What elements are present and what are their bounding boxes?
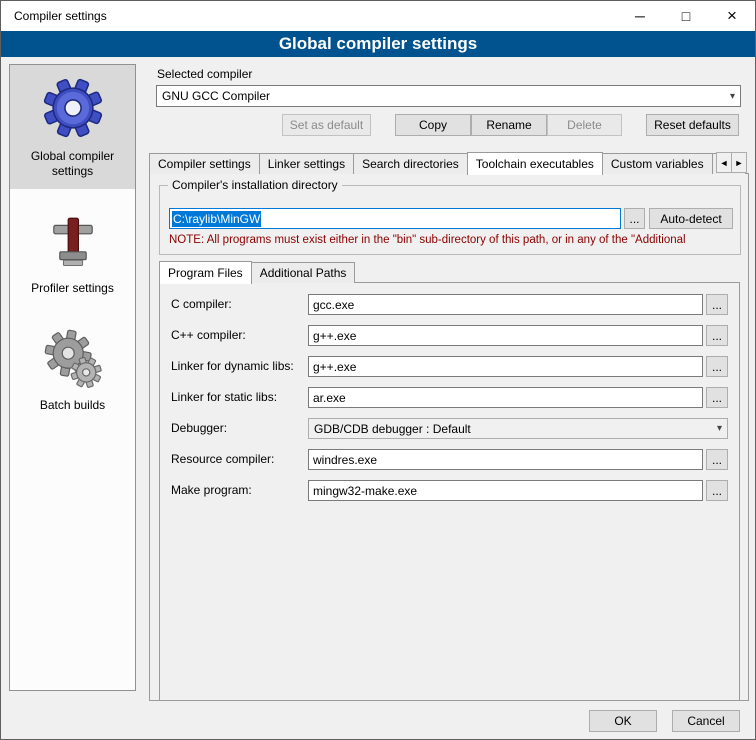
window-title: Compiler settings xyxy=(1,9,107,23)
page-title: Global compiler settings xyxy=(1,31,755,57)
field-row-make-program: Make program: ... xyxy=(160,480,739,502)
tab-scroll-right-icon[interactable]: ► xyxy=(731,152,747,173)
linker-dynamic-browse-button[interactable]: ... xyxy=(706,356,728,377)
tab-custom-variables[interactable]: Custom variables xyxy=(602,153,713,174)
field-label: C compiler: xyxy=(171,297,232,311)
field-row-resource-compiler: Resource compiler: ... xyxy=(160,449,739,471)
linker-static-input[interactable] xyxy=(308,387,703,408)
resource-compiler-input[interactable] xyxy=(308,449,703,470)
settings-category-list: Global compiler settings Profiler settin… xyxy=(9,64,136,691)
debugger-select[interactable]: GDB/CDB debugger : Default ▾ xyxy=(308,418,728,439)
compiler-settings-dialog: Compiler settings ─ □ × Global compiler … xyxy=(0,0,756,740)
program-files-panel: C compiler: ... C++ compiler: ... Linker… xyxy=(159,282,740,701)
tab-scroll-arrows: ◄ ► xyxy=(717,152,747,173)
installation-directory-input[interactable]: C:\raylib\MinGW xyxy=(169,208,621,229)
reset-defaults-button[interactable]: Reset defaults xyxy=(646,114,739,136)
rename-button[interactable]: Rename xyxy=(471,114,547,136)
blue-gear-icon xyxy=(42,77,104,139)
cancel-button[interactable]: Cancel xyxy=(672,710,740,732)
resource-compiler-browse-button[interactable]: ... xyxy=(706,449,728,470)
field-row-linker-dynamic: Linker for dynamic libs: ... xyxy=(160,356,739,378)
c-compiler-input[interactable] xyxy=(308,294,703,315)
c-compiler-browse-button[interactable]: ... xyxy=(706,294,728,315)
set-as-default-button[interactable]: Set as default xyxy=(282,114,371,136)
field-label: Make program: xyxy=(171,483,252,497)
sidebar-item-label: Profiler settings xyxy=(31,281,114,296)
tab-compiler-settings[interactable]: Compiler settings xyxy=(149,153,260,174)
installation-directory-group-title: Compiler's installation directory xyxy=(168,178,342,192)
cpp-compiler-input[interactable] xyxy=(308,325,703,346)
field-label: Resource compiler: xyxy=(171,452,274,466)
titlebar: Compiler settings ─ □ × xyxy=(1,1,755,31)
installation-directory-browse-button[interactable]: ... xyxy=(624,208,645,229)
auto-detect-button[interactable]: Auto-detect xyxy=(649,208,733,229)
field-label: C++ compiler: xyxy=(171,328,246,342)
field-row-debugger: Debugger: GDB/CDB debugger : Default ▾ xyxy=(160,418,739,440)
compiler-select[interactable]: GNU GCC Compiler ▾ xyxy=(156,85,741,107)
linker-static-browse-button[interactable]: ... xyxy=(706,387,728,408)
delete-button[interactable]: Delete xyxy=(547,114,622,136)
field-row-linker-static: Linker for static libs: ... xyxy=(160,387,739,409)
sidebar-item-global-compiler-settings[interactable]: Global compiler settings xyxy=(10,65,135,189)
installation-directory-group: Compiler's installation directory C:\ray… xyxy=(159,185,741,255)
cpp-compiler-browse-button[interactable]: ... xyxy=(706,325,728,346)
debugger-select-value: GDB/CDB debugger : Default xyxy=(314,422,471,436)
ok-button[interactable]: OK xyxy=(589,710,657,732)
field-row-c-compiler: C compiler: ... xyxy=(160,294,739,316)
close-icon[interactable]: × xyxy=(709,1,755,31)
minimize-icon[interactable]: ─ xyxy=(617,1,663,31)
program-files-tabstrip: Program Files Additional Paths xyxy=(159,260,354,283)
profiler-tool-icon xyxy=(43,211,103,271)
selected-compiler-label: Selected compiler xyxy=(157,67,252,81)
gray-gears-icon xyxy=(43,328,103,388)
compiler-select-value: GNU GCC Compiler xyxy=(162,89,270,103)
sidebar-item-label: Batch builds xyxy=(40,398,105,413)
tab-program-files[interactable]: Program Files xyxy=(159,261,252,284)
linker-dynamic-input[interactable] xyxy=(308,356,703,377)
sidebar-item-label: Global compiler settings xyxy=(14,149,131,179)
maximize-icon[interactable]: □ xyxy=(663,1,709,31)
make-program-browse-button[interactable]: ... xyxy=(706,480,728,501)
window-controls: ─ □ × xyxy=(617,1,755,31)
sidebar-item-batch-builds[interactable]: Batch builds xyxy=(10,316,135,423)
settings-tabstrip: Compiler settings Linker settings Search… xyxy=(149,151,745,174)
field-label: Linker for dynamic libs: xyxy=(171,359,294,373)
chevron-down-icon: ▾ xyxy=(717,423,722,434)
installation-directory-value: C:\raylib\MinGW xyxy=(172,211,261,227)
field-label: Debugger: xyxy=(171,421,227,435)
chevron-down-icon: ▾ xyxy=(730,91,735,102)
tab-linker-settings[interactable]: Linker settings xyxy=(259,153,354,174)
sidebar-item-profiler-settings[interactable]: Profiler settings xyxy=(10,199,135,306)
field-label: Linker for static libs: xyxy=(171,390,277,404)
tab-toolchain-executables[interactable]: Toolchain executables xyxy=(467,152,603,175)
note-text: NOTE: All programs must exist either in … xyxy=(169,234,735,246)
toolchain-executables-page: Compiler's installation directory C:\ray… xyxy=(149,173,749,701)
copy-button[interactable]: Copy xyxy=(395,114,471,136)
make-program-input[interactable] xyxy=(308,480,703,501)
field-row-cpp-compiler: C++ compiler: ... xyxy=(160,325,739,347)
tab-scroll-left-icon[interactable]: ◄ xyxy=(716,152,732,173)
tab-search-directories[interactable]: Search directories xyxy=(353,153,468,174)
tab-additional-paths[interactable]: Additional Paths xyxy=(251,262,356,283)
